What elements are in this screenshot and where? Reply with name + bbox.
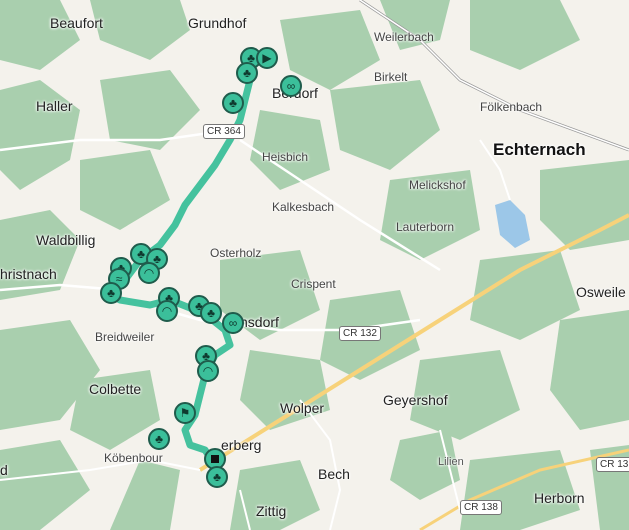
place-heisbich: Heisbich xyxy=(262,150,309,164)
place-breidweiler: Breidweiler xyxy=(95,330,155,344)
tree-icon[interactable]: ♣ xyxy=(222,92,244,114)
place-consdorf: nsdorf xyxy=(240,314,279,330)
place-waldbillig: Waldbillig xyxy=(36,232,96,248)
tree-icon[interactable]: ♣ xyxy=(148,428,170,450)
place-kobenbour: Köbenbour xyxy=(104,451,163,465)
place-bech: Bech xyxy=(318,466,350,482)
map-base-layer xyxy=(0,0,629,530)
place-birkelt: Birkelt xyxy=(374,70,408,84)
lake xyxy=(495,200,530,248)
play-icon[interactable]: ▶ xyxy=(256,47,278,69)
place-osweiler: Osweile xyxy=(576,284,626,300)
cave-icon[interactable]: ◠ xyxy=(156,300,178,322)
binoculars-icon[interactable]: ∞ xyxy=(280,75,302,97)
binoculars-icon[interactable]: ∞ xyxy=(222,312,244,334)
flag-icon[interactable]: ⚑ xyxy=(174,402,196,424)
forest-areas xyxy=(0,0,629,530)
tree-icon[interactable]: ♣ xyxy=(200,302,222,324)
cave-icon[interactable]: ◠ xyxy=(138,262,160,284)
place-herborn: Herborn xyxy=(534,490,585,506)
place-colbette: Colbette xyxy=(89,381,142,397)
place-kalkesbach: Kalkesbach xyxy=(272,200,335,214)
place-zittig: Zittig xyxy=(256,503,287,519)
place-lauterborn: Lauterborn xyxy=(396,220,455,234)
place-herberg: erberg xyxy=(221,437,262,453)
place-lilien: Lilien xyxy=(438,456,464,468)
place-osterholz: Osterholz xyxy=(210,246,262,260)
tree-icon[interactable]: ♣ xyxy=(236,62,258,84)
place-crispent: Crispent xyxy=(291,277,336,291)
place-left-d: d xyxy=(0,462,8,478)
place-weilerbach: Weilerbach xyxy=(374,30,434,44)
place-haller: Haller xyxy=(36,98,73,114)
place-wolper: Wolper xyxy=(280,400,325,416)
place-geyershof: Geyershof xyxy=(383,392,448,408)
place-folkenbach: Fölkenbach xyxy=(480,100,543,114)
road-shield-cr13: CR 13 xyxy=(596,457,629,472)
map-canvas[interactable]: Beaufort Grundhof Weilerbach Berdorf Bir… xyxy=(0,0,629,530)
place-melickshof: Melickshof xyxy=(409,178,466,192)
road-shield-cr138: CR 138 xyxy=(460,500,502,515)
road-shield-cr132: CR 132 xyxy=(339,326,381,341)
place-beaufort: Beaufort xyxy=(50,15,103,31)
place-christnach: hristnach xyxy=(0,266,57,282)
cave-icon[interactable]: ◠ xyxy=(197,360,219,382)
tree-icon[interactable]: ♣ xyxy=(206,466,228,488)
place-echternach: Echternach xyxy=(493,140,586,159)
road-shield-cr364: CR 364 xyxy=(203,124,245,139)
place-grundhof: Grundhof xyxy=(188,15,247,31)
tree-icon[interactable]: ♣ xyxy=(100,282,122,304)
